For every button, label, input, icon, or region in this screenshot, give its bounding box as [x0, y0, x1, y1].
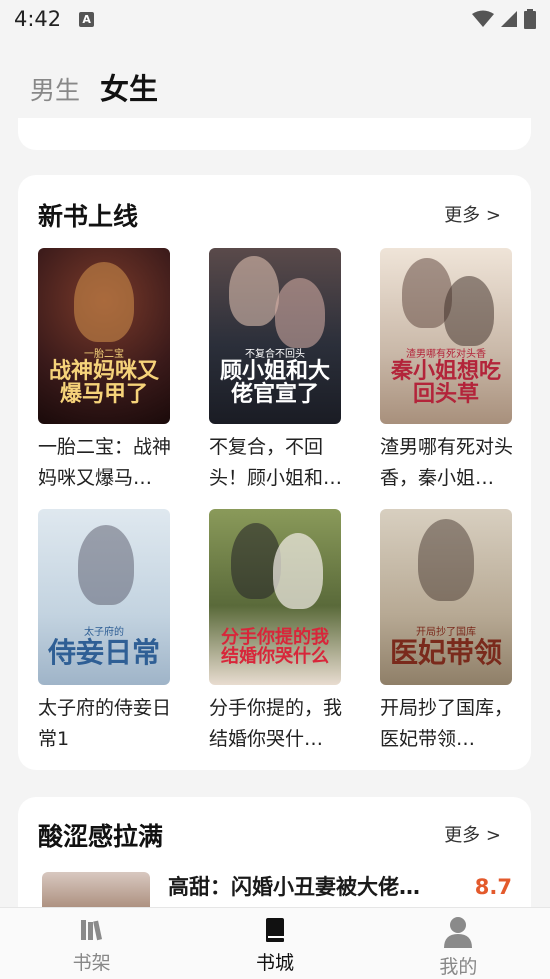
- gender-tabs: 男生 女生: [30, 66, 158, 108]
- book-item[interactable]: 太子府的 侍妾日常 太子府的侍妾日常1: [38, 509, 172, 755]
- book-item[interactable]: 分手你提的我结婚你哭什么 分手你提的，我结婚你哭什…: [209, 509, 343, 755]
- signal-icon: [501, 11, 517, 27]
- new-books-title: 新书上线: [38, 202, 139, 231]
- status-indicators: [472, 9, 536, 29]
- battery-icon: [524, 9, 536, 29]
- book-cover: 不复合不回头 顾小姐和大佬官宣了: [209, 248, 341, 424]
- book-cover: 分手你提的我结婚你哭什么: [209, 509, 341, 685]
- book-cover: 开局抄了国库 医妃带领: [380, 509, 512, 685]
- cover-title: 顾小姐和大佬官宣了: [219, 357, 330, 407]
- book-cover: [42, 872, 150, 912]
- previous-card-bottom: [18, 118, 531, 150]
- book-cover: 渣男哪有死对头香 秦小姐想吃回头草: [380, 248, 512, 424]
- nav-bookstore-label: 书城: [255, 952, 294, 974]
- book-title: 开局抄了国库，医妃带领…: [380, 697, 514, 750]
- cover-title: 医妃带领: [389, 635, 502, 669]
- book-score: 8.7: [474, 875, 512, 899]
- book-cover: 太子府的 侍妾日常: [38, 509, 170, 685]
- wifi-icon: [472, 10, 494, 27]
- book-item[interactable]: 开局抄了国库 医妃带领 开局抄了国库，医妃带领…: [380, 509, 514, 755]
- book-item[interactable]: 不复合不回头 顾小姐和大佬官宣了 不复合，不回头！顾小姐和…: [209, 248, 343, 494]
- nav-profile[interactable]: 我的: [367, 908, 550, 979]
- cover-title: 秦小姐想吃回头草: [390, 357, 501, 407]
- book-title: 太子府的侍妾日常1: [38, 697, 172, 750]
- nav-bookstore[interactable]: 书城: [183, 908, 366, 979]
- sour-section-more-link[interactable]: 更多 >: [444, 821, 501, 847]
- nav-bookshelf-label: 书架: [72, 952, 111, 974]
- cover-figure: [418, 519, 474, 601]
- nav-bookshelf[interactable]: 书架: [0, 908, 183, 979]
- book-cover: 一胎二宝 战神妈咪又爆马甲了: [38, 248, 170, 424]
- nav-profile-label: 我的: [439, 956, 478, 978]
- book-item[interactable]: 一胎二宝 战神妈咪又爆马甲了 一胎二宝：战神妈咪又爆马…: [38, 248, 172, 494]
- status-bar: 4:42 A: [0, 0, 550, 38]
- book-title: 渣男哪有死对头香，秦小姐…: [380, 436, 514, 489]
- cover-figure: [444, 276, 494, 346]
- cover-figure: [78, 525, 134, 605]
- cover-figure: [273, 533, 323, 609]
- cover-figure: [275, 278, 325, 348]
- status-time: 4:42: [14, 7, 62, 31]
- notification-a-icon: A: [79, 11, 95, 27]
- cover-figure: [74, 262, 134, 342]
- list-item[interactable]: 高甜：闪婚小丑妻被大佬… 8.7: [42, 872, 512, 912]
- cover-title: 分手你提的我结婚你哭什么: [221, 627, 329, 668]
- book-title: 分手你提的，我结婚你哭什…: [209, 697, 343, 750]
- cover-title: 侍妾日常: [47, 635, 160, 669]
- bottom-nav: 书架 书城 我的: [0, 907, 550, 979]
- new-books-card: 新书上线 更多 > 一胎二宝 战神妈咪又爆马甲了 一胎二宝：战神妈咪又爆马… 不…: [18, 175, 531, 770]
- bookshelf-icon: [80, 920, 102, 941]
- sour-section-title: 酸涩感拉满: [38, 822, 164, 851]
- tab-female[interactable]: 女生: [100, 66, 158, 108]
- book-title: 不复合，不回头！顾小姐和…: [209, 436, 343, 489]
- book-title: 一胎二宝：战神妈咪又爆马…: [38, 436, 172, 489]
- new-books-more-link[interactable]: 更多 >: [444, 201, 501, 227]
- user-icon: [444, 917, 473, 948]
- book-icon: [265, 918, 284, 942]
- cover-title: 战神妈咪又爆马甲了: [48, 357, 159, 407]
- book-item[interactable]: 渣男哪有死对头香 秦小姐想吃回头草 渣男哪有死对头香，秦小姐…: [380, 248, 514, 494]
- cover-figure: [229, 256, 279, 326]
- book-title: 高甜：闪婚小丑妻被大佬…: [168, 875, 420, 899]
- tab-male[interactable]: 男生: [30, 71, 80, 107]
